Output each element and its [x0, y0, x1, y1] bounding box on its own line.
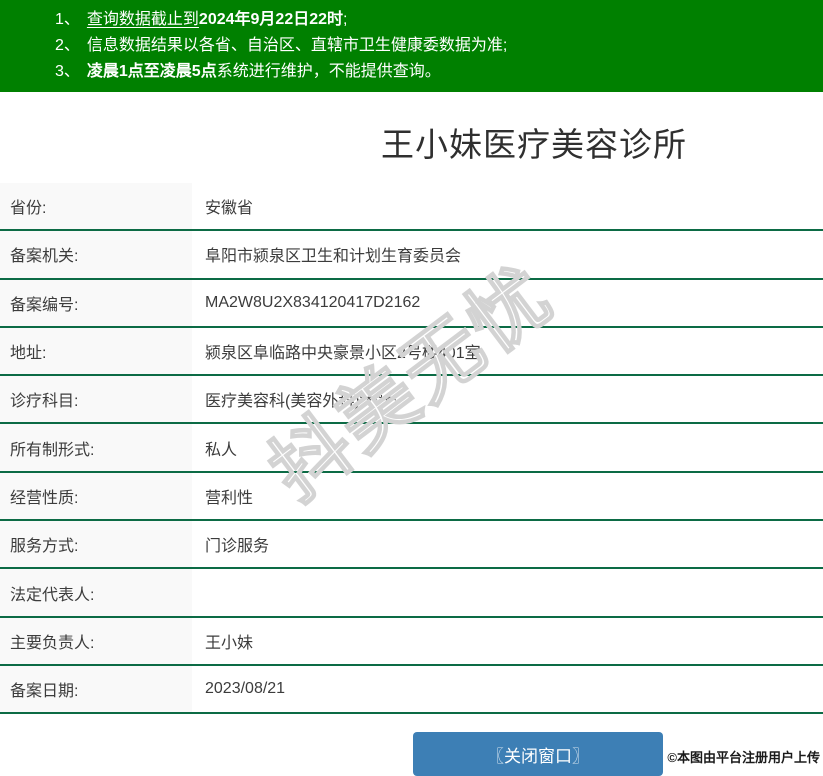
notice-bold-text: 2024年9月22日22时 [199, 11, 343, 28]
row-label: 省份: [0, 183, 192, 229]
row-label: 备案机关: [0, 231, 192, 277]
title-area: 王小妹医疗美容诊所 [0, 92, 823, 183]
table-row-service-mode: 服务方式: 门诊服务 [0, 521, 823, 569]
row-value: 门诊服务 [192, 521, 823, 567]
page: 1、查询数据截止到2024年9月22日22时; 2、信息数据结果以各省、自治区、… [0, 0, 823, 714]
notice-text: 信息数据结果以各省、自治区、直辖市卫生健康委数据为准; [87, 37, 507, 54]
notice-number: 2、 [55, 37, 80, 54]
row-value: MA2W8U2X834120417D2162 [192, 280, 823, 326]
notice-tail-text: ; [343, 11, 347, 28]
table-row-medical-subjects: 诊疗科目: 医疗美容科(美容外科)****** [0, 376, 823, 424]
notice-bar: 1、查询数据截止到2024年9月22日22时; 2、信息数据结果以各省、自治区、… [0, 0, 823, 92]
notice-underline-text: 查询数据截止到 [87, 11, 199, 28]
row-value: 阜阳市颍泉区卫生和计划生育委员会 [192, 231, 823, 277]
table-row-address: 地址: 颍泉区阜临路中央豪景小区2号楼401室 [0, 328, 823, 376]
row-value: 营利性 [192, 473, 823, 519]
notice-line-3: 3、凌晨1点至凌晨5点系统进行维护，不能提供查询。 [55, 59, 813, 85]
row-label: 所有制形式: [0, 424, 192, 470]
notice-tail-text: 系统进行维护，不能提供查询。 [217, 63, 441, 80]
row-label: 地址: [0, 328, 192, 374]
row-value: 2023/08/21 [192, 666, 823, 712]
table-row-principal: 主要负责人: 王小妹 [0, 618, 823, 666]
table-row-legal-representative: 法定代表人: [0, 569, 823, 617]
notice-line-2: 2、信息数据结果以各省、自治区、直辖市卫生健康委数据为准; [55, 33, 813, 59]
table-row-province: 省份: 安徽省 [0, 183, 823, 231]
row-value: 安徽省 [192, 183, 823, 229]
row-label: 经营性质: [0, 473, 192, 519]
notice-bold-text: 凌晨1点至凌晨5点 [87, 63, 217, 80]
table-row-filing-number: 备案编号: MA2W8U2X834120417D2162 [0, 280, 823, 328]
registration-info-table: 省份: 安徽省 备案机关: 阜阳市颍泉区卫生和计划生育委员会 备案编号: MA2… [0, 183, 823, 714]
row-value: 医疗美容科(美容外科)****** [192, 376, 823, 422]
row-label: 主要负责人: [0, 618, 192, 664]
table-row-filing-date: 备案日期: 2023/08/21 [0, 666, 823, 714]
row-value [192, 569, 823, 615]
notice-number: 3、 [55, 63, 80, 80]
row-label: 服务方式: [0, 521, 192, 567]
close-window-button[interactable]: 〖关闭窗口〗 [413, 732, 663, 776]
attribution-watermark: ©本图由平台注册用户上传 [667, 747, 820, 766]
row-label: 法定代表人: [0, 569, 192, 615]
page-title: 王小妹医疗美容诊所 [381, 117, 687, 165]
table-row-ownership-form: 所有制形式: 私人 [0, 424, 823, 472]
row-value: 颍泉区阜临路中央豪景小区2号楼401室 [192, 328, 823, 374]
table-row-filing-authority: 备案机关: 阜阳市颍泉区卫生和计划生育委员会 [0, 231, 823, 279]
notice-line-1: 1、查询数据截止到2024年9月22日22时; [55, 7, 813, 33]
table-row-operation-nature: 经营性质: 营利性 [0, 473, 823, 521]
row-value: 王小妹 [192, 618, 823, 664]
row-label: 备案编号: [0, 280, 192, 326]
row-label: 备案日期: [0, 666, 192, 712]
notice-number: 1、 [55, 11, 80, 28]
row-label: 诊疗科目: [0, 376, 192, 422]
row-value: 私人 [192, 424, 823, 470]
